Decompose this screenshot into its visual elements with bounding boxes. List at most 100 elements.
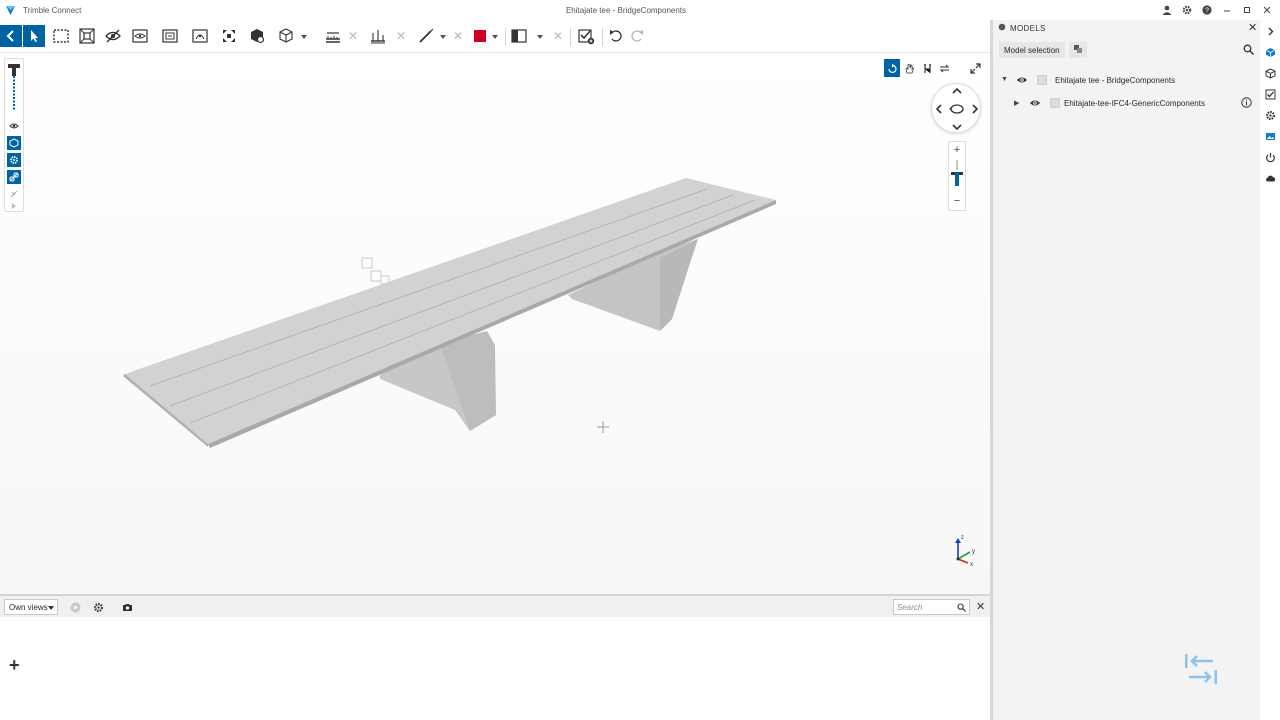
markup-dropdown-icon[interactable] [440,34,446,40]
expand-arrow-down-icon[interactable]: ▼ [1001,76,1008,83]
model-color-box[interactable] [1037,75,1047,85]
play-small-icon [12,203,16,209]
settings-gear-icon[interactable] [1180,3,1194,17]
settings-mode-button[interactable] [7,153,21,167]
minimize-icon[interactable] [1220,3,1234,17]
history-sidebar-button[interactable] [1264,151,1276,163]
close-panel-icon[interactable]: ✕ [1248,21,1257,34]
visibility-toggle-button[interactable] [7,119,21,133]
object-mode-button[interactable] [7,136,21,150]
models-sidebar-button[interactable] [1264,46,1276,58]
isolate-eye-icon [132,29,148,43]
svg-text:y: y [972,549,975,555]
svg-text:?: ? [1205,8,1209,15]
zoom-slider[interactable]: + − [948,141,966,211]
cloud-icon [1265,175,1275,181]
3d-viewport[interactable]: + − z y x [0,53,990,594]
maximize-icon[interactable] [1240,3,1254,17]
view-cube-button[interactable] [275,25,297,47]
expand-palette-button[interactable] [7,201,21,211]
area-select-button[interactable] [50,25,72,47]
clash-sidebar-button[interactable] [1264,109,1276,121]
bridge-model[interactable] [0,53,990,594]
walk-mode-icon[interactable] [919,59,935,77]
isolate-button[interactable] [129,25,151,47]
info-icon[interactable] [1241,97,1252,108]
measure-button[interactable] [322,25,344,47]
measure-point-button[interactable] [367,25,389,47]
tree-row[interactable]: ▼ Ehitajate tee - BridgeComponents [993,72,1260,88]
cloud-sidebar-button[interactable] [1264,172,1276,184]
split-view-dropdown-icon[interactable] [537,34,543,40]
tab-filter[interactable] [1068,42,1087,58]
images-sidebar-button[interactable] [1264,130,1276,142]
user-icon[interactable] [1160,3,1174,17]
search-icon[interactable] [957,603,966,612]
orbit-mode-icon[interactable] [884,59,901,77]
close-views-icon[interactable]: ✕ [976,600,985,613]
pan-hand-icon[interactable] [901,59,917,77]
split-view-button[interactable] [508,25,530,47]
help-icon[interactable]: ? [1200,3,1214,17]
clear-split-icon[interactable]: ✕ [553,30,563,42]
walk-mode-button[interactable] [7,187,21,201]
objects-sidebar-button[interactable] [1264,67,1276,79]
collapse-panel-icon[interactable] [1183,652,1219,686]
zoom-in-icon[interactable]: + [949,144,965,156]
play-circle-icon [70,602,80,612]
toolbar-divider [505,28,506,46]
link-mode-button[interactable] [7,170,21,184]
markup-line-button[interactable] [415,25,437,47]
select-tool-button[interactable] [23,25,45,47]
section-plane-button[interactable] [189,25,211,47]
eye-icon[interactable] [1029,98,1041,108]
expand-sidebar-button[interactable] [1264,25,1276,37]
expand-arrow-right-icon[interactable]: ▶ [1014,99,1019,107]
views-toolbar: Own views Search ✕ [0,594,990,617]
add-view-button[interactable]: + [9,655,20,676]
color-dropdown-icon[interactable] [492,34,498,40]
title-bar-controls: ? [1160,3,1274,17]
eye-icon[interactable] [1016,75,1028,85]
clear-markup-icon[interactable]: ✕ [453,30,463,42]
views-settings-button[interactable] [91,600,105,614]
switch-view-icon[interactable] [936,59,952,77]
play-views-button[interactable] [68,600,82,614]
link-icon [9,172,19,182]
gear-icon [10,156,18,164]
close-window-icon[interactable] [1260,3,1274,17]
cube-outline-icon [279,28,293,43]
model-color-box[interactable] [1050,98,1060,108]
views-dropdown[interactable]: Own views [4,599,58,615]
navigation-wheel[interactable] [931,83,981,133]
models-panel-title: MODELS [1010,24,1046,33]
fullscreen-icon[interactable] [966,59,985,77]
section-box-button[interactable] [159,25,181,47]
clear-measure-icon[interactable]: ✕ [348,30,358,42]
capture-view-button[interactable] [120,600,134,614]
clear-measure-point-icon[interactable]: ✕ [396,30,406,42]
zoom-slider-handle-icon[interactable] [7,62,21,112]
todo-sidebar-button[interactable] [1264,88,1276,100]
zoom-handle-icon[interactable] [951,160,963,190]
visibility-check-button[interactable] [575,25,597,47]
views-search-input[interactable]: Search [893,599,970,615]
object-explode-button[interactable] [246,25,268,47]
views-dropdown-value: Own views [9,603,48,612]
tab-model-selection[interactable]: Model selection [999,42,1065,58]
search-icon[interactable] [1243,44,1254,55]
undo-button[interactable] [605,25,627,47]
zoom-out-icon[interactable]: − [949,195,965,207]
walk-icon [10,190,18,198]
hide-button[interactable] [102,25,124,47]
view-cube-dropdown-icon[interactable] [301,34,307,40]
fit-all-button[interactable] [218,25,240,47]
gear-icon [93,602,103,612]
chevron-right-icon [1268,27,1273,35]
tree-row[interactable]: ▶ Ehitajate-tee-IFC4-GenericComponents [993,95,1260,111]
back-button[interactable] [0,25,22,47]
cursor-arrow-icon [31,30,38,42]
redo-button[interactable] [626,25,648,47]
fit-selection-button[interactable] [76,25,98,47]
markup-color-button[interactable] [469,25,491,47]
